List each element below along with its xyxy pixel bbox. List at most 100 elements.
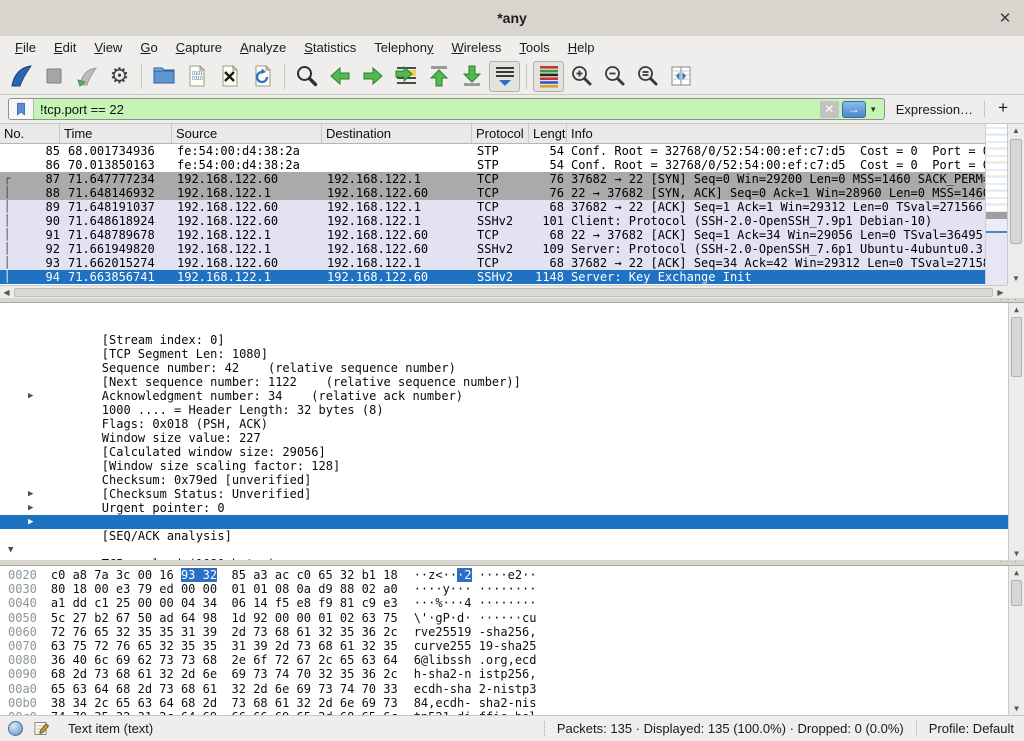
detail-line[interactable]: Window size value: 227 xyxy=(0,403,1024,417)
packet-row[interactable]: │ 90 71.648618924 192.168.122.60 192.168… xyxy=(0,214,985,228)
detail-line[interactable]: 1000 .... = Header Length: 32 bytes (8) xyxy=(0,375,1024,389)
column-header[interactable]: Time xyxy=(60,124,172,143)
capture-options-button[interactable]: ⚙ xyxy=(104,61,135,92)
open-file-button[interactable] xyxy=(148,61,179,92)
menu-item[interactable]: Statistics xyxy=(295,38,365,57)
zoom-in-button[interactable] xyxy=(566,61,597,92)
filter-value[interactable]: !tcp.port == 22 xyxy=(34,102,820,117)
expand-arrow-icon[interactable]: ▶ xyxy=(28,501,42,515)
go-to-bottom-button[interactable] xyxy=(456,61,487,92)
detail-line[interactable]: ▶ [SEQ/ACK analysis] xyxy=(0,501,1024,515)
find-packet-button[interactable] xyxy=(291,61,322,92)
hex-row[interactable]: 009068 2d 73 68 61 32 2d 6e 69 73 74 70 … xyxy=(8,667,1024,681)
column-header[interactable]: Destination xyxy=(322,124,472,143)
column-header[interactable]: No. xyxy=(0,124,60,143)
detail-line[interactable]: Sequence number: 42 (relative sequence n… xyxy=(0,333,1024,347)
column-header[interactable]: Source xyxy=(172,124,322,143)
packet-row[interactable]: │ 88 71.648146932 192.168.122.1 192.168.… xyxy=(0,186,985,200)
save-file-button[interactable]: 01010110 xyxy=(181,61,212,92)
restart-capture-button[interactable] xyxy=(71,61,102,92)
menu-item[interactable]: Help xyxy=(559,38,604,57)
packet-row[interactable]: │ 93 71.662015274 192.168.122.60 192.168… xyxy=(0,256,985,270)
close-icon[interactable]: ✕ xyxy=(996,9,1014,27)
hex-vscrollbar[interactable]: ▲ ▼ xyxy=(1008,566,1024,715)
menu-item[interactable]: Edit xyxy=(45,38,85,57)
detail-line[interactable]: Urgent pointer: 0 xyxy=(0,473,1024,487)
hex-row[interactable]: 008036 40 6c 69 62 73 73 68 2e 6f 72 67 … xyxy=(8,653,1024,667)
close-file-button[interactable] xyxy=(214,61,245,92)
colorize-toggle[interactable] xyxy=(533,61,564,92)
display-filter-input[interactable]: !tcp.port == 22 ✕ → ▼ xyxy=(8,98,885,120)
expand-arrow-icon[interactable]: ▶ xyxy=(28,389,42,403)
go-back-button[interactable] xyxy=(324,61,355,92)
resize-columns-button[interactable] xyxy=(665,61,696,92)
go-to-packet-button[interactable] xyxy=(390,61,421,92)
menu-item[interactable]: Capture xyxy=(167,38,231,57)
expand-arrow-icon[interactable]: ▼ xyxy=(8,543,22,557)
packet-list-hscrollbar[interactable]: ◀ ▶ xyxy=(0,285,1007,298)
packet-minimap[interactable] xyxy=(985,124,1007,285)
scroll-down-arrow[interactable]: ▼ xyxy=(1009,702,1024,715)
column-header[interactable]: Length xyxy=(529,124,567,143)
scroll-thumb[interactable] xyxy=(1011,580,1022,606)
detail-line[interactable]: ▶ Options: (12 bytes), No-Operation (NOP… xyxy=(0,487,1024,501)
profile-button[interactable]: Profile: Default xyxy=(916,721,1016,736)
detail-line[interactable]: ▼ SSH Protocol xyxy=(0,543,1024,557)
title-bar[interactable]: *any ✕ xyxy=(0,0,1024,36)
detail-line[interactable]: Acknowledgment number: 34 (relative ack … xyxy=(0,361,1024,375)
reload-file-button[interactable] xyxy=(247,61,278,92)
packet-list-vscrollbar[interactable]: ▲ ▼ xyxy=(1007,124,1024,285)
packet-row[interactable]: │ 91 71.648789678 192.168.122.1 192.168.… xyxy=(0,228,985,242)
start-capture-button[interactable] xyxy=(5,61,36,92)
hex-row[interactable]: 00505c 27 b2 67 50 ad 64 98 1d 92 00 00 … xyxy=(8,611,1024,625)
scroll-thumb[interactable] xyxy=(1010,139,1022,244)
scroll-up-arrow[interactable]: ▲ xyxy=(1008,124,1024,137)
auto-scroll-toggle[interactable] xyxy=(489,61,520,92)
hex-row[interactable]: 00b038 34 2c 65 63 64 68 2d 73 68 61 32 … xyxy=(8,696,1024,710)
menu-item[interactable]: Tools xyxy=(510,38,558,57)
add-filter-button[interactable]: + xyxy=(992,98,1016,120)
menu-item[interactable]: Go xyxy=(131,38,166,57)
filter-apply-button[interactable]: → xyxy=(842,101,866,118)
column-header[interactable]: Protocol xyxy=(472,124,529,143)
detail-line[interactable]: [Next sequence number: 1122 (relative se… xyxy=(0,347,1024,361)
packet-row[interactable]: ┌ 87 71.647777234 192.168.122.60 192.168… xyxy=(0,172,985,186)
scroll-up-arrow[interactable]: ▲ xyxy=(1009,303,1024,316)
detail-line[interactable]: [Calculated window size: 29056] xyxy=(0,417,1024,431)
scroll-up-arrow[interactable]: ▲ xyxy=(1009,566,1024,579)
hex-row[interactable]: 0040a1 dd c1 25 00 00 04 34 06 14 f5 e8 … xyxy=(8,596,1024,610)
packet-row[interactable]: │ 92 71.661949820 192.168.122.1 192.168.… xyxy=(0,242,985,256)
zoom-reset-button[interactable] xyxy=(632,61,663,92)
scroll-down-arrow[interactable]: ▼ xyxy=(1008,272,1024,285)
go-forward-button[interactable] xyxy=(357,61,388,92)
filter-dropdown-button[interactable]: ▼ xyxy=(866,101,881,118)
capture-comment-icon[interactable] xyxy=(33,720,50,737)
detail-line[interactable]: [Checksum Status: Unverified] xyxy=(0,459,1024,473)
packet-row[interactable]: 86 70.013850163 fe:54:00:d4:38:2a STP 54… xyxy=(0,158,985,172)
go-to-top-button[interactable] xyxy=(423,61,454,92)
menu-item[interactable]: Wireless xyxy=(443,38,511,57)
detail-line[interactable]: TCP payload (1080 bytes) xyxy=(0,529,1024,543)
scroll-left-arrow[interactable]: ◀ xyxy=(0,288,13,297)
details-vscrollbar[interactable]: ▲ ▼ xyxy=(1008,303,1024,560)
hex-row[interactable]: 00c074 70 35 32 31 2c 64 69 66 66 69 65 … xyxy=(8,710,1024,715)
detail-line[interactable]: Checksum: 0x79ed [unverified] xyxy=(0,445,1024,459)
hex-row[interactable]: 0020c0 a8 7a 3c 00 16 93 32 85 a3 ac c0 … xyxy=(8,568,1024,582)
hex-row[interactable]: 003080 18 00 e3 79 ed 00 00 01 01 08 0a … xyxy=(8,582,1024,596)
packet-row[interactable]: │ 94 71.663856741 192.168.122.1 192.168.… xyxy=(0,270,985,284)
menu-item[interactable]: Analyze xyxy=(231,38,295,57)
menu-item[interactable]: File xyxy=(6,38,45,57)
filter-clear-button[interactable]: ✕ xyxy=(820,101,839,118)
packet-row[interactable]: 85 68.001734936 fe:54:00:d4:38:2a STP 54… xyxy=(0,144,985,158)
hex-row[interactable]: 00a065 63 64 68 2d 73 68 61 32 2d 6e 69 … xyxy=(8,682,1024,696)
packet-row[interactable]: │ 89 71.648191037 192.168.122.60 192.168… xyxy=(0,200,985,214)
expand-arrow-icon[interactable]: ▶ xyxy=(28,515,42,529)
column-header[interactable]: Info xyxy=(567,124,985,143)
detail-line[interactable]: ▶ Flags: 0x018 (PSH, ACK) xyxy=(0,389,1024,403)
hex-row[interactable]: 006072 76 65 32 35 35 31 39 2d 73 68 61 … xyxy=(8,625,1024,639)
zoom-out-button[interactable] xyxy=(599,61,630,92)
hex-row[interactable]: 007063 75 72 76 65 32 35 35 31 39 2d 73 … xyxy=(8,639,1024,653)
detail-line[interactable]: [TCP Segment Len: 1080] xyxy=(0,319,1024,333)
menu-item[interactable]: View xyxy=(85,38,131,57)
menu-item[interactable]: Telephony xyxy=(365,38,442,57)
